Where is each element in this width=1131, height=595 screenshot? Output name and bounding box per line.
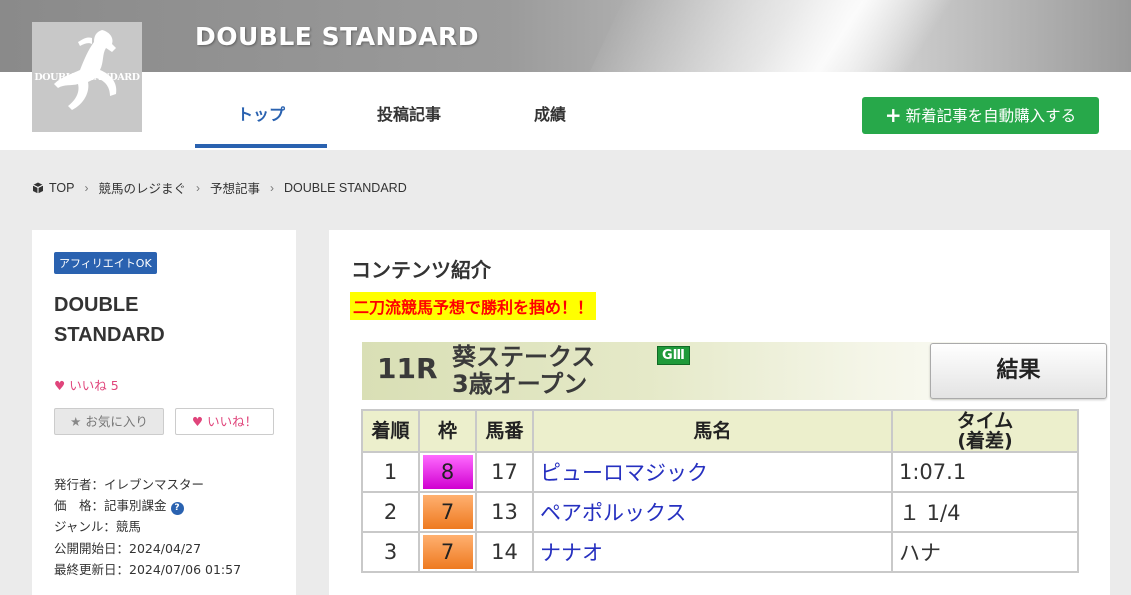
magazine-title-line1: DOUBLE bbox=[54, 294, 139, 316]
tab-top[interactable]: トップ bbox=[195, 72, 327, 148]
like-count-label: いいね bbox=[69, 378, 107, 393]
affiliate-badge: アフィリエイトOK bbox=[54, 252, 157, 274]
table-row: 1 8 17 ピューロマジック 1:07.1 bbox=[361, 451, 1079, 493]
help-icon[interactable]: ? bbox=[170, 502, 184, 516]
race-header: 11R 葵ステークス 3歳オープン GⅢ 結果 bbox=[362, 342, 1107, 400]
content-heading: コンテンツ紹介 bbox=[351, 258, 491, 282]
chevron-right-icon: › bbox=[84, 180, 89, 195]
time-cell: ハナ bbox=[891, 531, 1079, 573]
waku-cell: 8 bbox=[418, 451, 477, 493]
race-name-line1: 葵ステークス bbox=[452, 343, 596, 371]
plus-icon: + bbox=[884, 103, 902, 127]
updated-date: 最終更新日：2024/07/06 01:57 bbox=[54, 561, 242, 577]
col-waku: 枠 bbox=[418, 409, 477, 453]
like-count-value: 5 bbox=[110, 378, 119, 393]
magazine-info-card: アフィリエイトOK DOUBLE STANDARD ♥ いいね 5 ★ お気に入り… bbox=[32, 230, 296, 595]
start-date: 公開開始日：2024/04/27 bbox=[54, 540, 202, 556]
rank-cell: 3 bbox=[361, 531, 420, 573]
auto-purchase-button[interactable]: + 新着記事を自動購入する bbox=[862, 97, 1099, 134]
breadcrumb: TOP › 競馬のレジまぐ › 予想記事 › DOUBLE STANDARD bbox=[32, 178, 407, 197]
race-name: 葵ステークス 3歳オープン bbox=[452, 344, 595, 398]
publisher: 発行者：イレブンマスター bbox=[54, 477, 205, 492]
col-time-line1: タイム bbox=[956, 410, 1014, 432]
header-banner: DOUBLE STANDARD bbox=[0, 0, 1131, 72]
grade-badge: GⅢ bbox=[657, 346, 690, 365]
magazine-title: DOUBLE STANDARD bbox=[54, 290, 274, 350]
col-number: 馬番 bbox=[475, 409, 534, 453]
tab-posts[interactable]: 投稿記事 bbox=[345, 72, 473, 148]
logo-text: DOUBLE STANDARD bbox=[34, 72, 140, 83]
content-card: コンテンツ紹介 二刀流競馬予想で勝利を掴め！！ 11R 葵ステークス 3歳オープ… bbox=[329, 230, 1110, 595]
like-label: いいね！ bbox=[207, 414, 258, 429]
time-cell: 1:07.1 bbox=[891, 451, 1079, 493]
waku-badge: 8 bbox=[422, 455, 473, 489]
like-button[interactable]: ♥ いいね！ bbox=[175, 408, 274, 435]
breadcrumb-predictions[interactable]: 予想記事 bbox=[210, 178, 260, 197]
waku-cell: 7 bbox=[418, 531, 477, 573]
tab-results[interactable]: 成績 bbox=[500, 72, 600, 148]
table-row: 3 7 14 ナナオ ハナ bbox=[361, 531, 1079, 573]
cube-icon bbox=[32, 182, 44, 193]
heart-icon: ♥ bbox=[191, 414, 204, 429]
race-name-line2: 3歳オープン bbox=[452, 370, 588, 398]
content-catchphrase: 二刀流競馬予想で勝利を掴め！！ bbox=[350, 292, 597, 320]
chevron-right-icon: › bbox=[270, 180, 275, 195]
rank-cell: 1 bbox=[361, 451, 420, 493]
waku-badge: 7 bbox=[422, 535, 473, 569]
result-button[interactable]: 結果 bbox=[930, 343, 1107, 399]
number-cell: 13 bbox=[475, 491, 534, 533]
number-cell: 14 bbox=[475, 531, 534, 573]
col-time: タイム (着差) bbox=[891, 409, 1079, 453]
auto-purchase-label: 新着記事を自動購入する bbox=[905, 107, 1077, 125]
magazine-meta: 発行者：イレブンマスター 価 格：記事別課金? ジャンル：競馬 公開開始日：20… bbox=[54, 474, 241, 580]
site-logo[interactable]: DOUBLE STANDARD bbox=[32, 22, 142, 132]
favorite-label: お気に入り bbox=[85, 414, 148, 429]
number-cell: 17 bbox=[475, 451, 534, 493]
banner-decoration bbox=[567, 0, 1053, 72]
star-icon: ★ bbox=[70, 414, 82, 429]
race-result-table: 着順 枠 馬番 馬名 タイム (着差) 1 8 17 ピューロマジック 1:07… bbox=[361, 409, 1079, 573]
horse-name-cell[interactable]: ナナオ bbox=[532, 531, 893, 573]
heart-icon: ♥ bbox=[54, 378, 66, 393]
breadcrumb-regimag[interactable]: 競馬のレジまぐ bbox=[98, 178, 186, 197]
genre: ジャンル：競馬 bbox=[54, 519, 141, 535]
price-row: 価 格：記事別課金? bbox=[54, 495, 241, 516]
horse-name-cell[interactable]: ペアポルックス bbox=[532, 491, 893, 533]
price: 価 格：記事別課金 bbox=[54, 498, 167, 514]
magazine-title-line2: STANDARD bbox=[54, 324, 165, 346]
time-cell: １ 1/4 bbox=[891, 491, 1079, 533]
breadcrumb-current: DOUBLE STANDARD bbox=[284, 180, 407, 195]
favorite-button[interactable]: ★ お気に入り bbox=[54, 408, 164, 435]
race-number: 11R bbox=[377, 352, 438, 385]
table-header-row: 着順 枠 馬番 馬名 タイム (着差) bbox=[361, 409, 1079, 453]
table-row: 2 7 13 ペアポルックス １ 1/4 bbox=[361, 491, 1079, 533]
horse-name-cell[interactable]: ピューロマジック bbox=[532, 451, 893, 493]
rank-cell: 2 bbox=[361, 491, 420, 533]
like-count: ♥ いいね 5 bbox=[54, 375, 119, 394]
col-horse-name: 馬名 bbox=[532, 409, 893, 453]
breadcrumb-top[interactable]: TOP bbox=[49, 181, 74, 195]
col-time-line2: (着差) bbox=[957, 430, 1013, 452]
chevron-right-icon: › bbox=[196, 180, 200, 195]
col-rank: 着順 bbox=[361, 409, 420, 453]
site-title: DOUBLE STANDARD bbox=[195, 22, 480, 51]
waku-cell: 7 bbox=[418, 491, 477, 533]
waku-badge: 7 bbox=[422, 495, 473, 529]
